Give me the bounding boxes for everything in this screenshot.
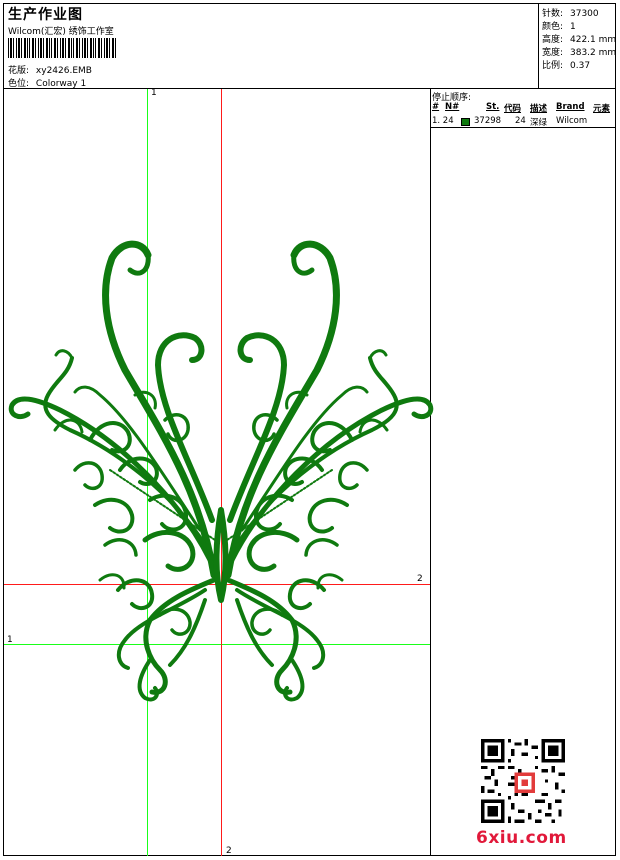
site-watermark[interactable]: 6xiu.com	[476, 828, 567, 848]
butterfly-embroidery-design	[8, 0, 620, 860]
qr-code[interactable]	[481, 739, 565, 823]
